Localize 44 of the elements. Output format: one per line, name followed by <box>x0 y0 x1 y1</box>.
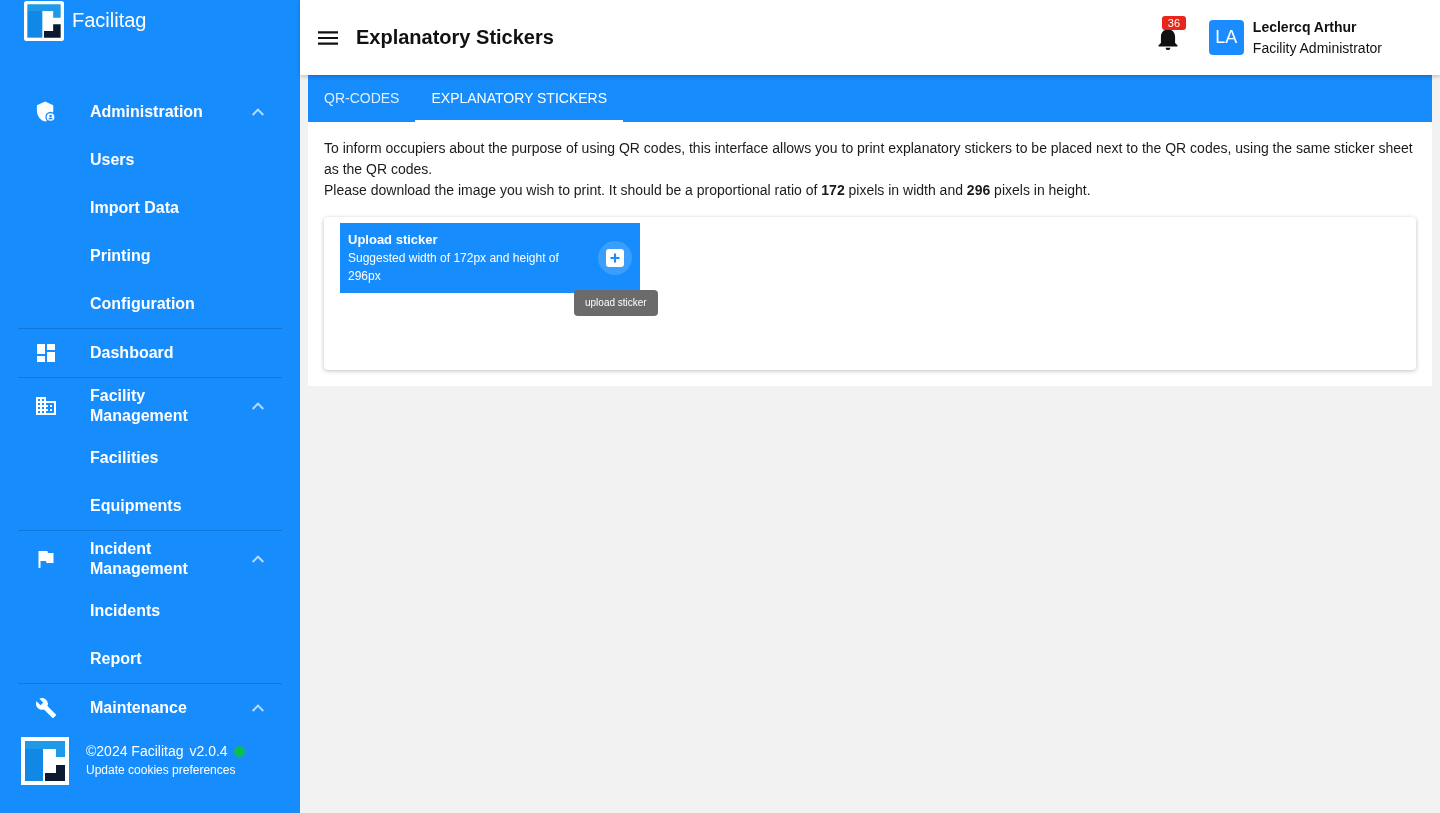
brand-name: Facilitag <box>72 9 147 32</box>
nav-item[interactable]: Configuration <box>90 294 230 314</box>
upload-hint: Suggested width of 172px and height of 296px <box>348 250 560 285</box>
nav-item[interactable]: Facilities <box>90 448 230 468</box>
bell-icon[interactable] <box>1156 27 1179 50</box>
intro-text: To inform occupiers about the purpose of using QR codes, this interface allows you to print explanatory stickers to be placed next to the QR codes, using the same sticker sheet as the QR codes. <box>324 139 1414 179</box>
user-name: Leclercq Arthur <box>1252 18 1358 36</box>
nav-item[interactable]: Users <box>90 150 230 170</box>
menu-icon[interactable] <box>318 30 338 45</box>
shield-icon <box>36 101 56 123</box>
upload-tooltip: upload sticker <box>574 290 658 316</box>
nav-item[interactable]: Equipments <box>90 496 230 516</box>
nav-item[interactable]: Maintenance <box>90 698 230 718</box>
nav-item[interactable]: Printing <box>90 246 230 266</box>
app-logo <box>21 737 69 785</box>
nav-item[interactable]: Dashboard <box>90 343 230 363</box>
nav-item[interactable]: Incidents <box>90 601 230 621</box>
add-button[interactable] <box>598 241 632 275</box>
chevron-up-icon[interactable] <box>252 402 264 410</box>
nav-item[interactable]: Facility Management <box>90 386 230 426</box>
nav-item[interactable]: Incident Management <box>90 539 230 579</box>
app-logo <box>24 0 64 41</box>
copyright-text: ©2024 Facilitag <box>86 743 184 760</box>
nav-item[interactable]: Administration <box>90 102 230 122</box>
page-title: Explanatory Stickers <box>356 26 554 49</box>
user-avatar[interactable]: LA <box>1208 20 1244 55</box>
wrench-icon <box>36 697 56 719</box>
chevron-up-icon[interactable] <box>252 555 264 563</box>
nav-item[interactable]: Import Data <box>90 198 230 218</box>
building-icon <box>36 397 56 415</box>
dashboard-icon <box>37 344 55 362</box>
chevron-up-icon[interactable] <box>252 704 264 712</box>
intro-text: Please download the image you wish to print. It should be a proportional ratio of 172 pixels in width and 296 pixels in height. <box>324 181 1092 200</box>
plus-icon <box>606 249 624 267</box>
upload-title: Upload sticker <box>348 231 439 249</box>
flag-icon <box>38 550 54 568</box>
tab[interactable]: EXPLANATORY STICKERS <box>415 75 624 122</box>
nav-item[interactable]: Report <box>90 649 230 669</box>
version-text: v2.0.4 <box>189 743 228 760</box>
tab[interactable]: QR-CODES <box>308 75 416 122</box>
chevron-up-icon[interactable] <box>252 108 264 116</box>
notification-count: 36 <box>1161 16 1187 30</box>
user-role: Facility Administrator <box>1252 39 1382 57</box>
cookies-link[interactable]: Update cookies preferences <box>86 763 245 778</box>
